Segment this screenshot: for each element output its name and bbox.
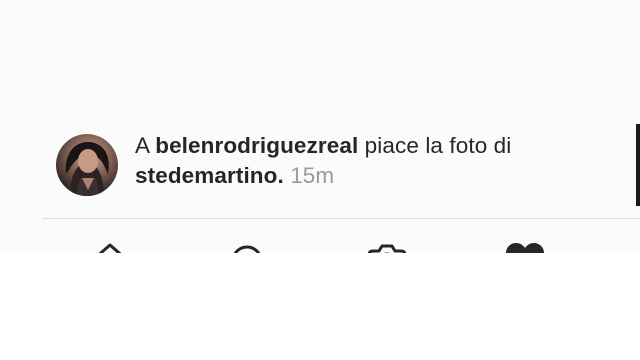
target-username-link[interactable]: stedemartino. [135,163,284,188]
tab-activity[interactable] [503,239,547,253]
actor-username-link[interactable]: belenrodriguezreal [155,133,358,158]
tab-home[interactable] [88,239,132,253]
search-icon [233,245,261,253]
notification-prefix: A [135,133,156,158]
bottom-tab-bar [0,219,640,253]
page: A belenrodriguezreal piace la foto di st… [0,0,640,360]
heart-icon [506,243,544,253]
avatar[interactable] [56,134,118,196]
activity-notification[interactable]: A belenrodriguezreal piace la foto di st… [0,124,640,204]
tab-search[interactable] [226,239,270,253]
notification-text: A belenrodriguezreal piace la foto di st… [135,131,615,191]
tab-camera[interactable] [365,239,409,253]
avatar-photo [65,142,109,196]
home-icon [98,243,122,253]
cropped-post-thumbnail-edge [636,124,640,206]
notification-timestamp: 15m [283,163,335,188]
blank-area [0,253,640,360]
activity-screen: A belenrodriguezreal piace la foto di st… [0,0,640,253]
camera-icon [367,244,407,253]
notification-action: piace la foto di [358,133,512,158]
